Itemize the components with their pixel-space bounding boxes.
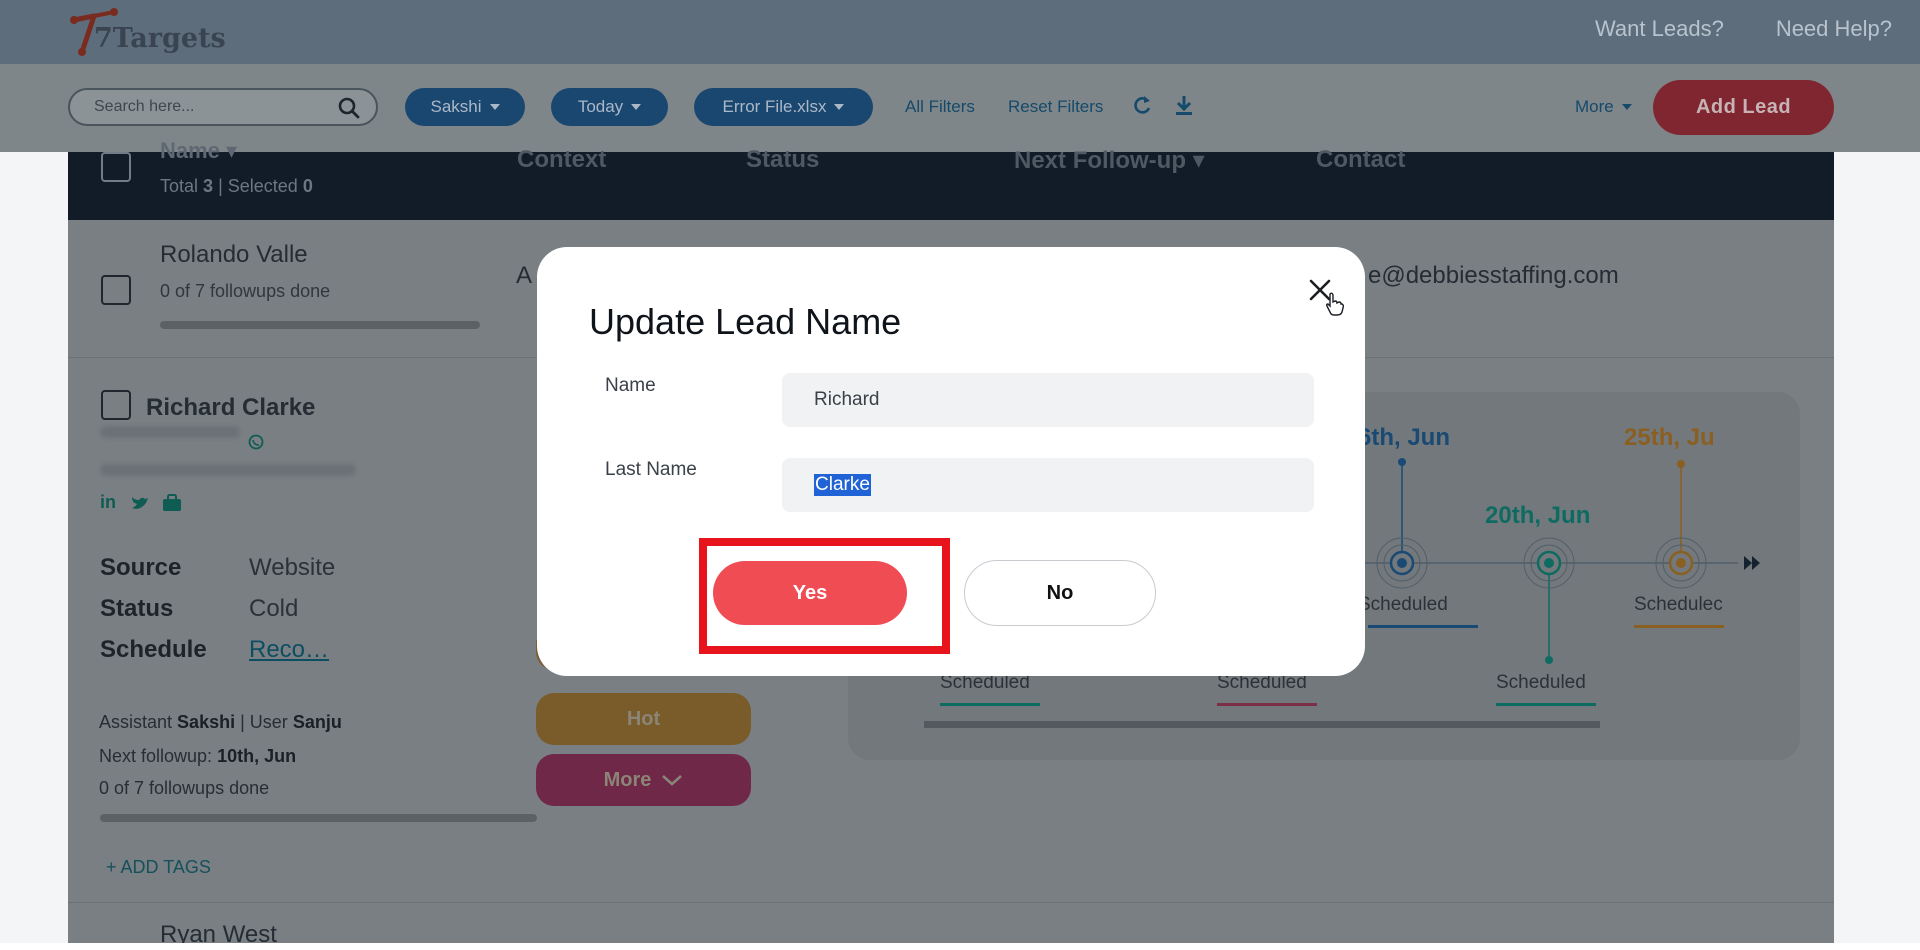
name-label: Name — [605, 375, 656, 396]
modal-title: Update Lead Name — [589, 301, 902, 342]
last-name-input[interactable]: Clarke — [782, 458, 1314, 512]
no-button[interactable]: No — [964, 560, 1156, 626]
first-name-input[interactable] — [782, 373, 1314, 427]
selected-text: Clarke — [814, 474, 871, 496]
last-name-label: Last Name — [605, 459, 697, 480]
highlight-box — [699, 538, 950, 654]
update-lead-name-modal: Update Lead Name Name Last Name Clarke Y… — [537, 247, 1365, 676]
hand-cursor-icon — [1325, 292, 1344, 316]
